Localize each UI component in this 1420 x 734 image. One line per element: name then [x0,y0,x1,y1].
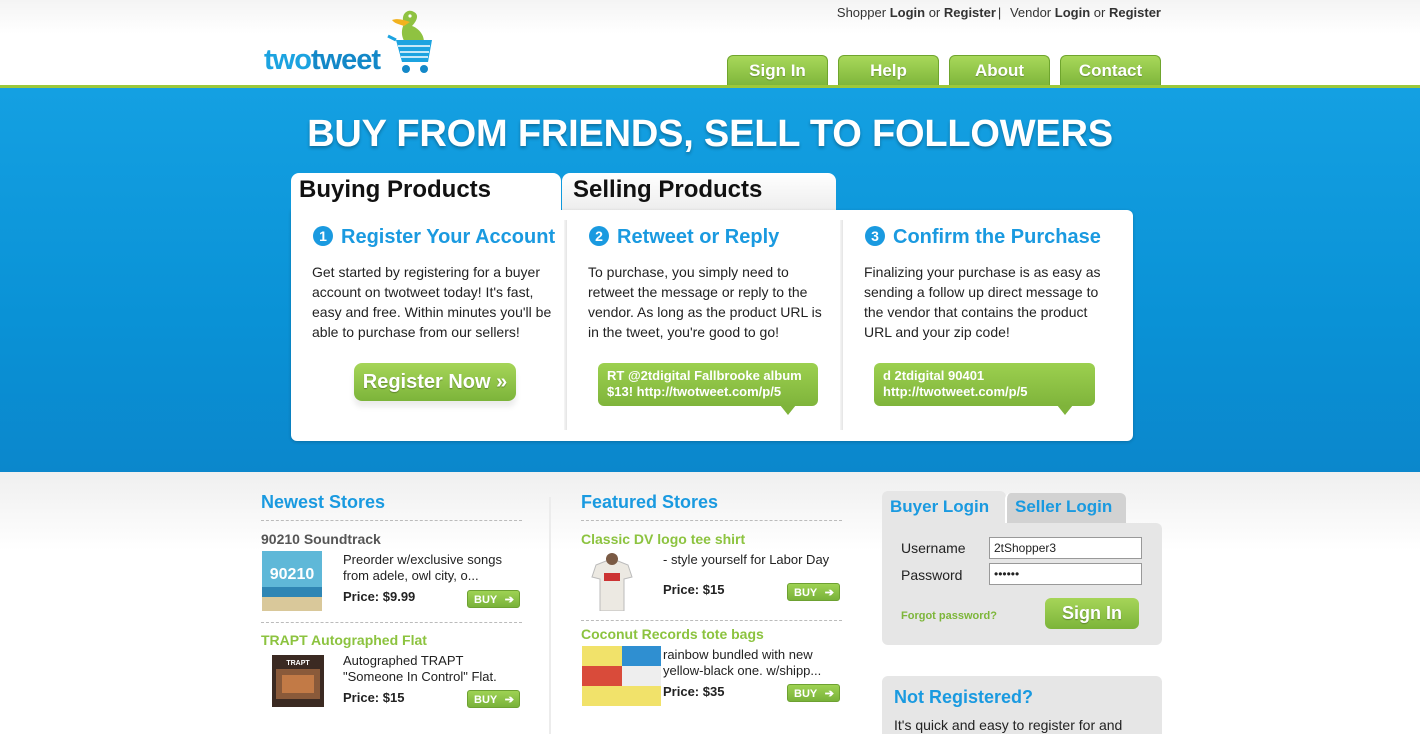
buy-label: BUY [474,694,498,706]
bubble-line: d 2tdigital 90401 [883,368,985,383]
or-text: or [1093,5,1106,20]
step-text: To purchase, you simply need to retweet … [588,264,822,340]
arrow-right-icon: ➔ [824,587,834,599]
buy-button[interactable]: BUY ➔ [787,684,840,702]
logo-tweet: tweet [310,44,381,76]
step-heading: 2 Retweet or Reply [589,226,779,249]
store-description: rainbow bundled with new yellow-black on… [663,647,822,678]
how-it-works-panel: 1 Register Your Account Get started by re… [291,210,1133,441]
nav-contact[interactable]: Contact [1060,55,1161,85]
arrow-right-icon: ➔ [504,694,514,706]
dashed-divider [261,622,522,623]
nav-sign-in[interactable]: Sign In [727,55,828,85]
tab-buyer-login[interactable]: Buyer Login [882,491,1006,523]
featured-stores-heading: Featured Stores [581,492,719,512]
pelican-cart-logo-icon [387,10,432,73]
password-field[interactable]: •••••• [989,563,1142,585]
tote-bag-thumbnail[interactable] [582,646,661,706]
username-label: Username [901,540,966,556]
bubble-line: RT @2tdigital Fallbrooke album [607,368,802,383]
shopper-label: Shopper [836,5,887,20]
step-title: Confirm the Purchase [893,226,1101,248]
dm-example-bubble: d 2tdigital 90401 http://twotweet.com/p/… [874,363,1095,415]
dashed-divider [581,520,842,521]
step-title: Retweet or Reply [617,226,780,248]
store-price: Price: $9.99 [343,589,416,604]
login-form: Username Password 2tShopper3 •••••• Forg… [882,523,1162,645]
buy-label: BUY [794,587,818,599]
newest-stores-heading: Newest Stores [261,492,386,512]
vendor-register-link[interactable]: Register [1109,5,1161,20]
site-header: twotweet Shopper Login or Register | Vend… [0,0,1420,88]
bubble-line: http://twotweet.com/p/5 [883,384,1028,399]
username-field[interactable]: 2tShopper3 [989,537,1142,559]
arrow-right-icon: ➔ [824,688,834,700]
site-logo[interactable]: twotweet [264,6,444,80]
store-price: Price: $15 [343,690,405,705]
password-label: Password [901,567,963,583]
store-title-link[interactable]: Coconut Records tote bags [581,626,764,642]
logo-wordmark: twotweet [264,44,381,77]
not-registered-heading: Not Registered? [894,687,1034,707]
store-description: - style yourself for Labor Day [663,552,830,567]
step-number-icon: 1 [313,226,333,246]
step-text: Finalizing your purchase is as easy as s… [864,264,1101,340]
step-heading: 1 Register Your Account [313,226,555,249]
step-number-icon: 2 [589,226,609,246]
store-price: Price: $15 [663,582,725,597]
buy-button[interactable]: BUY ➔ [467,690,520,708]
tee-shirt-thumbnail[interactable] [582,551,642,611]
main-nav: Sign In Help About Contact [727,55,1161,85]
buy-label: BUY [474,594,498,606]
not-registered-box: Not Registered? It's quick and easy to r… [882,676,1162,734]
store-title-link[interactable]: 90210 Soundtrack [261,531,381,547]
step-confirm: 3 Confirm the Purchase Finalizing your pu… [843,210,1133,441]
shopper-register-link[interactable]: Register [944,5,996,20]
shopper-login-link[interactable]: Login [890,5,925,20]
link-separator: | [997,5,1002,20]
bubble-line: $13! http://twotweet.com/p/5 [607,384,782,399]
or-text: or [928,5,941,20]
hero-title: BUY FROM FRIENDS, SELL TO FOLLOWERS [307,113,1113,155]
step-heading: 3 Confirm the Purchase [865,226,1101,249]
buy-label: BUY [794,688,818,700]
nav-help[interactable]: Help [838,55,939,85]
arrow-right-icon: ➔ [504,594,514,606]
buy-button[interactable]: BUY ➔ [467,590,520,608]
dashed-divider [581,620,842,621]
account-links: Shopper Login or Register | Vendor Login … [837,5,1161,20]
nav-about[interactable]: About [949,55,1050,85]
step-register: 1 Register Your Account Get started by re… [291,210,567,441]
step-retweet: 2 Retweet or Reply To purchase, you simpl… [567,210,843,441]
dashed-divider [261,520,522,521]
step-number-icon: 3 [865,226,885,246]
step-title: Register Your Account [341,226,556,248]
logo-two: two [264,44,312,76]
step-text: Get started by registering for a buyer a… [312,264,552,340]
store-title-link[interactable]: TRAPT Autographed Flat [261,632,427,648]
vendor-label: Vendor [1009,5,1052,20]
tab-seller-login[interactable]: Seller Login [1005,493,1126,523]
forgot-password-link[interactable]: Forgot password? [901,610,997,622]
store-title-link[interactable]: Classic DV logo tee shirt [581,531,745,547]
svg-text:90210: 90210 [270,566,315,583]
svg-text:TRAPT: TRAPT [286,660,310,667]
tab-buying-products[interactable]: Buying Products [291,173,561,213]
tab-selling-products[interactable]: Selling Products [562,173,836,213]
column-divider [549,497,551,734]
not-registered-text: It's quick and easy to register for and [894,717,1123,733]
store-description: Preorder w/exclusive songs from adele, o… [343,552,502,583]
vendor-login-link[interactable]: Login [1055,5,1090,20]
tweet-example-bubble: RT @2tdigital Fallbrooke album $13! http… [598,363,818,415]
buy-button[interactable]: BUY ➔ [787,583,840,601]
sign-in-button[interactable]: Sign In [1045,598,1139,629]
90210-album-thumbnail[interactable]: 90210 [262,551,322,611]
store-price: Price: $35 [663,684,725,699]
register-now-button[interactable]: Register Now » [354,363,516,401]
trapt-flat-thumbnail[interactable]: TRAPT [272,655,324,707]
store-description: Autographed TRAPT "Someone In Control" F… [343,653,497,684]
